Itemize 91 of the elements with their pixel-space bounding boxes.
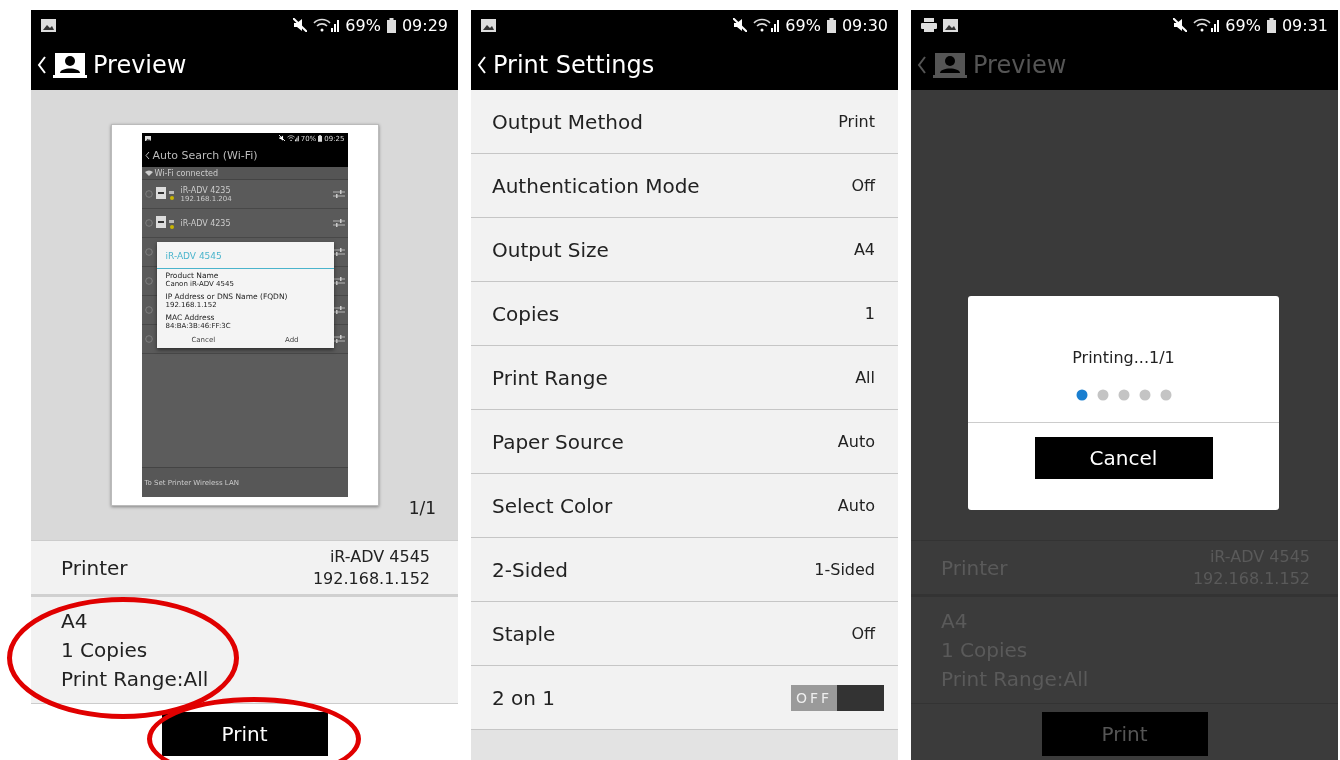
battery-percentage: 69%	[785, 15, 821, 35]
dialog-title: iR-ADV 4545	[156, 242, 334, 269]
radio-icon	[144, 335, 153, 343]
setting-row[interactable]: Authentication Mode Off	[471, 154, 898, 218]
setting-row[interactable]: Print Range All	[471, 346, 898, 410]
printer-row[interactable]: Printer iR-ADV 4545 192.168.1.152	[31, 540, 458, 597]
setting-row[interactable]: Paper Source Auto	[471, 410, 898, 474]
sliders-icon	[332, 276, 345, 286]
wifi-signal-icon	[313, 18, 340, 32]
settings-summary[interactable]: A4 1 Copies Print Range:All	[31, 597, 458, 704]
person-icon	[933, 51, 967, 79]
image-icon	[41, 18, 56, 32]
printer-name: iR-ADV 4545	[329, 545, 430, 568]
setting-label: Staple	[492, 621, 556, 646]
setting-label: Print Range	[492, 365, 608, 390]
setting-row[interactable]: Output Method Print	[471, 90, 898, 154]
setting-label: Copies	[492, 301, 560, 326]
print-button[interactable]: Print	[161, 712, 328, 756]
setting-label: Select Color	[492, 493, 613, 518]
setting-row[interactable]: Output Size A4	[471, 218, 898, 282]
setting-row[interactable]: Select Color Auto	[471, 474, 898, 538]
setting-label: Output Size	[492, 237, 609, 262]
printer-address: 192.168.1.152	[312, 567, 430, 590]
sliders-icon	[332, 247, 345, 257]
radio-icon	[144, 219, 153, 227]
clock-time: 09:31	[1281, 15, 1328, 35]
back-chevron-icon	[37, 56, 47, 74]
wifi-icon	[144, 170, 153, 176]
back-chevron-icon	[477, 56, 487, 74]
mute-icon	[733, 18, 748, 32]
setting-row[interactable]: 2 on 1 OFF	[471, 666, 898, 730]
back-chevron-icon	[144, 151, 150, 160]
battery-percentage: 69%	[1225, 15, 1261, 35]
image-icon	[144, 135, 152, 142]
image-icon	[481, 18, 496, 32]
radio-icon	[144, 190, 153, 198]
sliders-icon	[332, 189, 345, 199]
page-count: 1/1	[408, 498, 436, 518]
back-chevron-icon	[917, 56, 927, 74]
printer-label: Printer	[61, 555, 128, 580]
battery-percentage: 69%	[345, 15, 381, 35]
battery-icon	[1266, 17, 1276, 33]
setting-row[interactable]: Staple Off	[471, 602, 898, 666]
setting-value: Off	[851, 624, 875, 643]
dialog-message: Printing...1/1	[1072, 348, 1175, 367]
person-icon	[53, 51, 87, 79]
setting-row[interactable]: Copies 1	[471, 282, 898, 346]
sliders-icon	[332, 305, 345, 315]
setting-value: Auto	[837, 432, 875, 451]
printer-name: iR-ADV 4235	[180, 218, 232, 228]
progress-dots-icon	[1075, 389, 1172, 401]
printer-name: iR-ADV 4235	[180, 185, 232, 195]
screen-title: Preview	[973, 51, 1067, 79]
wifi-signal-icon	[753, 18, 780, 32]
setting-row[interactable]: 2-Sided 1-Sided	[471, 538, 898, 602]
summary-line: Print Range:All	[61, 665, 210, 693]
setting-value: Print	[838, 112, 875, 131]
screen-title: Print Settings	[493, 51, 655, 79]
mute-icon	[1173, 18, 1188, 32]
setting-value: A4	[853, 240, 875, 259]
image-icon	[943, 18, 958, 32]
setting-value: Off	[851, 176, 875, 195]
cancel-button[interactable]: Cancel	[1034, 437, 1213, 479]
wifi-signal-icon	[287, 135, 299, 142]
radio-icon	[144, 248, 153, 256]
mute-icon	[278, 135, 285, 142]
setting-label: 2 on 1	[492, 685, 556, 710]
setting-label: Paper Source	[492, 429, 624, 454]
sliders-icon	[332, 218, 345, 228]
setting-value: All	[855, 368, 875, 387]
setting-value: 1-Sided	[814, 560, 875, 579]
wifi-status: Wi-Fi connected	[154, 168, 219, 178]
setting-label: 2-Sided	[492, 557, 568, 582]
setting-label: Authentication Mode	[492, 173, 700, 198]
battery-icon	[826, 17, 836, 33]
summary-line: 1 Copies	[61, 636, 149, 664]
screen-title: Preview	[93, 51, 187, 79]
setting-label: Output Method	[492, 109, 643, 134]
setting-value: Auto	[837, 496, 875, 515]
clock-time: 09:30	[841, 15, 888, 35]
wifi-signal-icon	[1193, 18, 1220, 32]
setting-value: 1	[864, 304, 875, 323]
clock-time: 09:29	[401, 15, 448, 35]
summary-line: A4	[61, 607, 89, 635]
sliders-icon	[332, 334, 345, 344]
mute-icon	[293, 18, 308, 32]
screen-title: Auto Search (Wi-Fi)	[152, 149, 258, 162]
radio-icon	[144, 306, 153, 314]
radio-icon	[144, 277, 153, 285]
battery-icon	[318, 135, 323, 142]
battery-icon	[386, 17, 396, 33]
